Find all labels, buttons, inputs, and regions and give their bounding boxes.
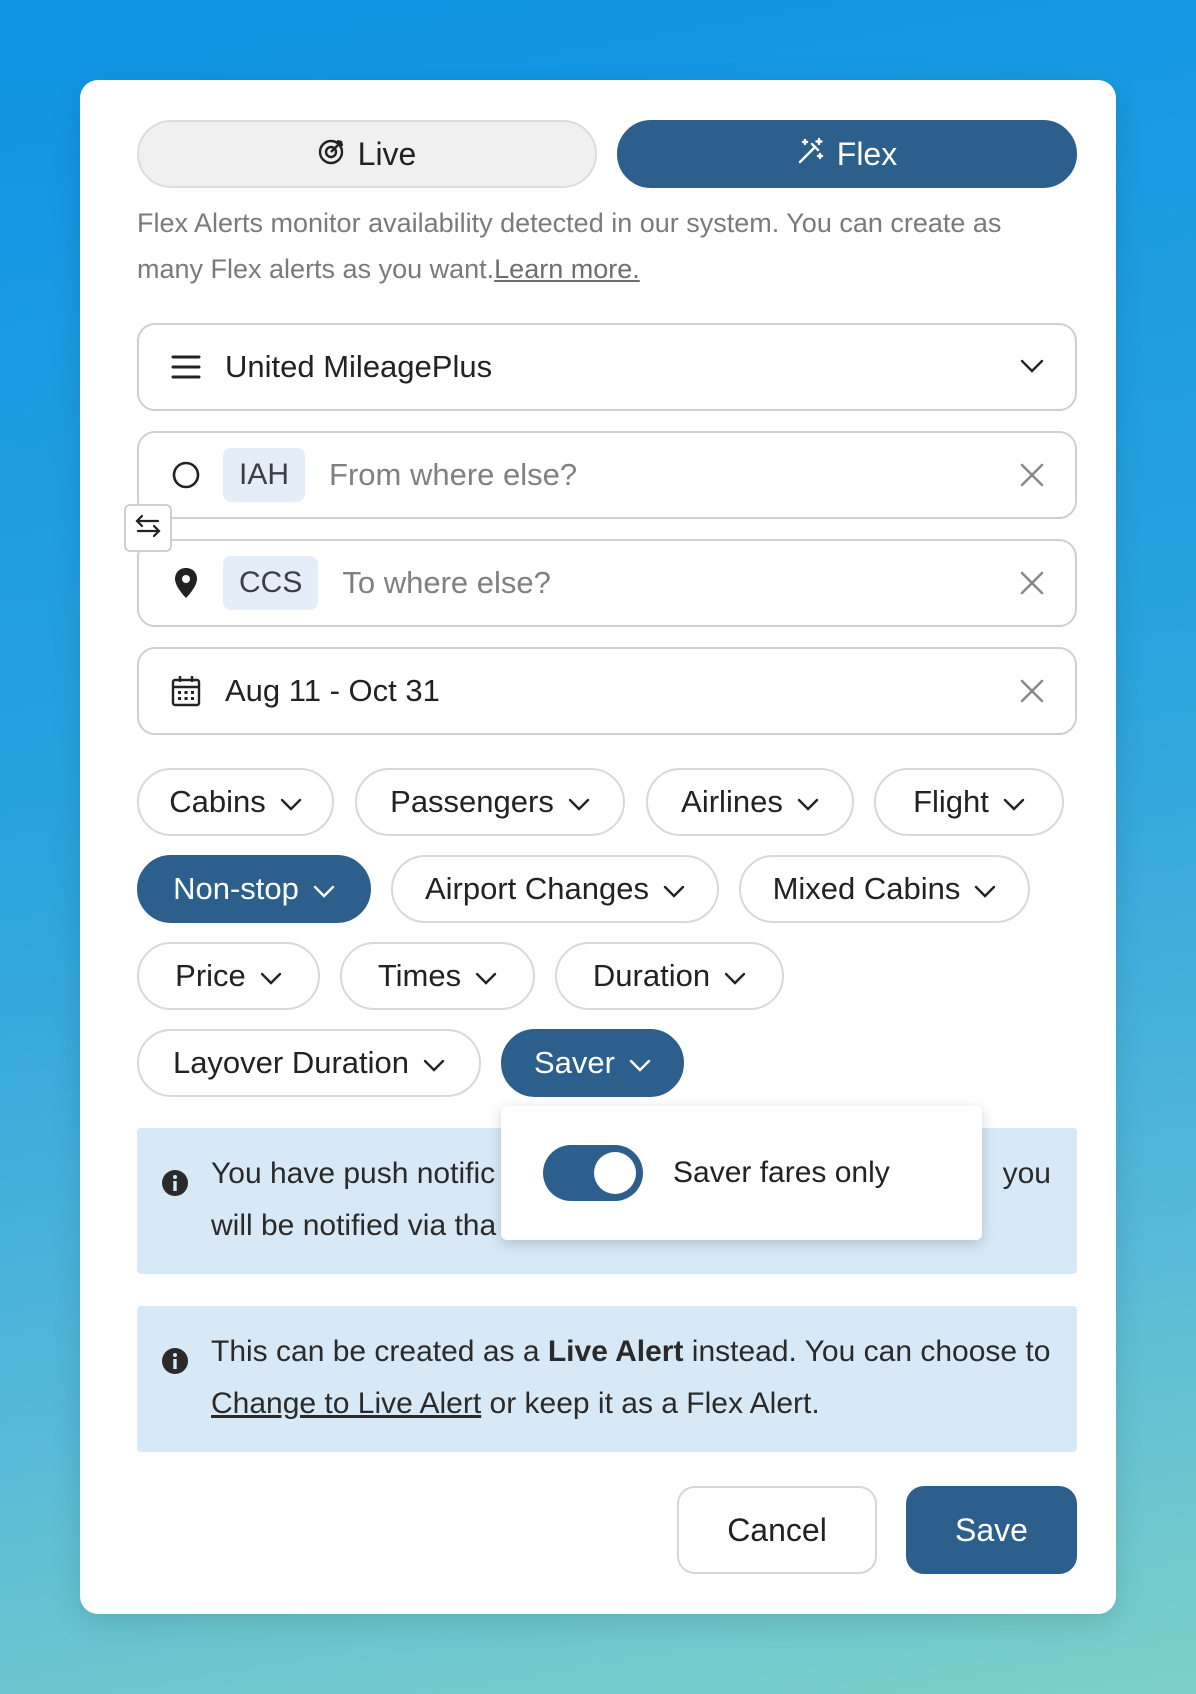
filter-airlines[interactable]: Airlines: [646, 768, 854, 836]
chevron-down-icon: [1003, 784, 1025, 820]
destination-code-chip[interactable]: CCS: [223, 556, 319, 610]
push-notice-line1-start: You have push notific: [211, 1157, 496, 1190]
date-range-value: Aug 11 - Oct 31: [225, 673, 440, 708]
live-notice-text-before: This can be created as a: [211, 1335, 548, 1368]
live-alert-notice: This can be created as a Live Alert inst…: [137, 1306, 1077, 1452]
chevron-down-icon: [1019, 353, 1045, 384]
change-to-live-alert-link[interactable]: Change to Live Alert: [211, 1387, 481, 1420]
flex-mode-button[interactable]: Flex: [617, 120, 1077, 188]
push-notice-line1-end: you: [1002, 1157, 1051, 1190]
filter-saver[interactable]: Saver: [501, 1029, 684, 1097]
filter-label: Duration: [592, 958, 711, 993]
chevron-down-icon: [724, 958, 746, 994]
live-notice-text-after: or keep it as a Flex Alert.: [481, 1387, 820, 1420]
chevron-down-icon: [974, 871, 996, 907]
origin-code-chip[interactable]: IAH: [223, 448, 306, 502]
origin-field[interactable]: IAH From where else?: [137, 431, 1077, 519]
filter-duration[interactable]: Duration: [555, 942, 784, 1010]
cancel-button[interactable]: Cancel: [677, 1486, 877, 1574]
live-alert-bold: Live Alert: [547, 1335, 684, 1368]
filter-label: Flight: [913, 784, 989, 819]
destination-clear-icon[interactable]: [1019, 570, 1045, 601]
filter-label: Saver: [534, 1045, 615, 1080]
target-icon: [318, 136, 346, 173]
swap-airports-button[interactable]: [124, 504, 172, 552]
filter-price[interactable]: Price: [137, 942, 320, 1010]
saver-fares-toggle[interactable]: [543, 1145, 643, 1201]
chevron-down-icon: [629, 1045, 651, 1081]
date-range-field[interactable]: Aug 11 - Oct 31: [137, 647, 1077, 735]
flex-mode-label: Flex: [836, 135, 898, 172]
live-mode-label: Live: [357, 135, 417, 172]
filter-layover-duration[interactable]: Layover Duration: [137, 1029, 481, 1097]
filter-non-stop[interactable]: Non-stop: [137, 855, 371, 923]
program-value: United MileagePlus: [225, 349, 493, 384]
filter-times[interactable]: Times: [340, 942, 535, 1010]
filter-label: Cabins: [169, 784, 266, 819]
chevron-down-icon: [280, 784, 302, 820]
filter-label: Passengers: [390, 784, 554, 819]
push-notice-line2-start: will be notified via tha: [211, 1209, 497, 1242]
saver-fares-label: Saver fares only: [673, 1156, 890, 1189]
calendar-icon: [169, 674, 203, 708]
info-icon: [161, 1162, 189, 1214]
filter-label: Non-stop: [173, 871, 299, 906]
saver-popover: Saver fares only: [501, 1106, 982, 1240]
chevron-down-icon: [313, 871, 335, 907]
chevron-down-icon: [475, 958, 497, 994]
chevron-down-icon: [423, 1045, 445, 1081]
flex-description: Flex Alerts monitor availability detecte…: [137, 200, 1057, 292]
chevron-down-icon: [260, 958, 282, 994]
filter-label: Layover Duration: [172, 1045, 410, 1080]
filter-label: Times: [377, 958, 462, 993]
filter-cabins[interactable]: Cabins: [137, 768, 334, 836]
filter-passengers[interactable]: Passengers: [355, 768, 625, 836]
alert-mode-toggle: Live Flex: [137, 120, 1077, 188]
destination-input[interactable]: To where else?: [342, 565, 551, 601]
menu-icon: [169, 350, 203, 384]
swap-arrows-icon: [134, 513, 162, 544]
date-clear-icon[interactable]: [1019, 678, 1045, 709]
filter-label: Price: [175, 958, 246, 993]
filter-label: Mixed Cabins: [772, 871, 961, 906]
origin-clear-icon[interactable]: [1019, 462, 1045, 493]
live-notice-text-middle: instead. You can choose to: [683, 1335, 1051, 1368]
program-select[interactable]: United MileagePlus: [137, 323, 1077, 411]
create-alert-card: Live Flex Flex Alerts monitor availabili…: [80, 80, 1116, 1614]
magic-wand-icon: [797, 136, 825, 173]
chevron-down-icon: [568, 784, 590, 820]
filter-mixed-cabins[interactable]: Mixed Cabins: [739, 855, 1030, 923]
live-mode-button[interactable]: Live: [137, 120, 597, 188]
filter-flight[interactable]: Flight: [874, 768, 1064, 836]
info-icon: [161, 1340, 189, 1392]
map-pin-icon: [169, 566, 203, 600]
live-notice-text: This can be created as a Live Alert inst…: [211, 1326, 1051, 1430]
destination-field[interactable]: CCS To where else?: [137, 539, 1077, 627]
filter-airport-changes[interactable]: Airport Changes: [391, 855, 719, 923]
filter-label: Airport Changes: [424, 871, 649, 906]
filter-label: Airlines: [681, 784, 783, 819]
save-button[interactable]: Save: [906, 1486, 1077, 1574]
origin-input[interactable]: From where else?: [329, 457, 577, 493]
toggle-knob: [594, 1152, 636, 1194]
chevron-down-icon: [797, 784, 819, 820]
circle-icon: [169, 458, 203, 492]
chevron-down-icon: [663, 871, 685, 907]
learn-more-link[interactable]: Learn more.: [494, 254, 640, 284]
